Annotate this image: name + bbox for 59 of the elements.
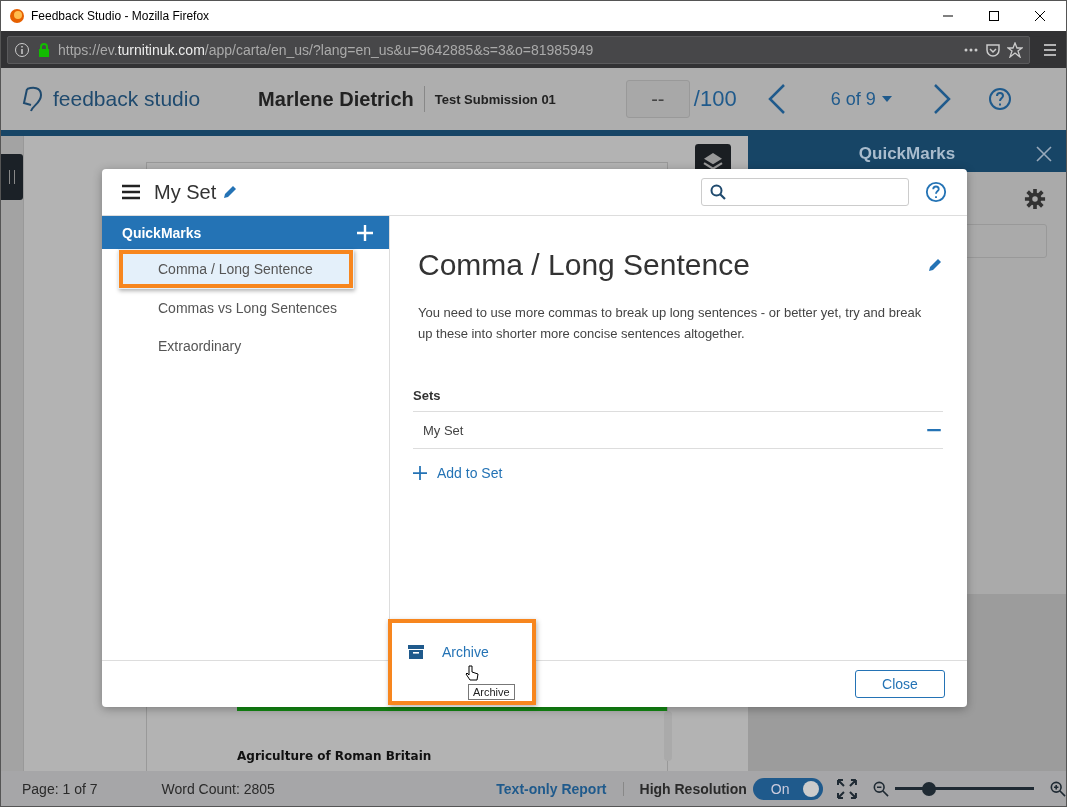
- hand-cursor-icon: [465, 665, 479, 683]
- word-count: Word Count: 2805: [161, 780, 276, 797]
- caret-icon: [881, 96, 892, 102]
- resolution-label: High Resolution: [639, 780, 747, 797]
- plus-icon: [413, 466, 427, 480]
- brand-name: feedback studio: [53, 87, 201, 111]
- add-to-set-button[interactable]: Add to Set: [413, 465, 503, 481]
- document-heading: Agriculture of Roman Britain: [237, 749, 432, 763]
- menu-icon[interactable]: [122, 184, 140, 200]
- tooltip: Archive: [468, 684, 515, 700]
- panel-handle[interactable]: [1, 154, 23, 200]
- zoom-in-icon[interactable]: [1050, 780, 1066, 797]
- settings-icon[interactable]: [1024, 188, 1046, 210]
- minus-icon[interactable]: [925, 428, 943, 432]
- pager-dropdown[interactable]: 6 of 9: [830, 88, 892, 110]
- scroll-bar[interactable]: [664, 711, 672, 761]
- browser-logo-icon: [9, 8, 25, 24]
- help-icon[interactable]: [987, 87, 1012, 111]
- submission-title: Test Submission 01: [434, 91, 556, 107]
- close-icon[interactable]: [1034, 10, 1046, 22]
- student-name: Marlene Dietrich: [258, 87, 414, 111]
- page-count: Page: 1 of 7: [22, 780, 99, 797]
- maximize-icon[interactable]: [988, 10, 1000, 22]
- star-icon[interactable]: [1007, 41, 1023, 58]
- quickmark-item[interactable]: Comma / Long Sentence: [118, 249, 354, 289]
- help-icon[interactable]: [925, 181, 947, 203]
- window-title: Feedback Studio - Mozilla Firefox: [31, 9, 210, 23]
- quickmark-title: Comma / Long Sentence: [418, 248, 750, 282]
- search-icon: [710, 184, 726, 200]
- set-entry: My Set: [423, 422, 464, 438]
- resolution-toggle[interactable]: On: [752, 777, 823, 800]
- archive-link[interactable]: Archive: [442, 644, 489, 660]
- lock-icon: [36, 41, 52, 58]
- brand-logo-icon: [21, 85, 45, 113]
- pencil-icon[interactable]: [927, 257, 943, 273]
- add-icon[interactable]: [357, 224, 373, 241]
- text-only-report-link[interactable]: Text-only Report: [496, 780, 607, 797]
- quickmark-item[interactable]: Extraordinary: [102, 327, 389, 365]
- zoom-out-icon[interactable]: [872, 780, 889, 797]
- archive-box-icon: [408, 645, 424, 659]
- next-icon[interactable]: [931, 83, 952, 115]
- menu-icon[interactable]: [1042, 41, 1058, 58]
- quickmark-item[interactable]: Commas vs Long Sentences: [102, 289, 389, 327]
- fullscreen-icon[interactable]: [836, 778, 857, 799]
- previous-icon[interactable]: [766, 83, 787, 115]
- slider-thumb[interactable]: [922, 781, 937, 796]
- search-field[interactable]: [701, 178, 909, 206]
- panel-title: QuickMarks: [858, 144, 956, 164]
- grade-field[interactable]: --: [625, 80, 690, 118]
- close-button[interactable]: Close: [855, 670, 945, 698]
- info-icon: [14, 41, 30, 58]
- set-name: My Set: [154, 180, 217, 204]
- list-title: QuickMarks: [122, 224, 202, 241]
- grade-total: /100: [693, 86, 737, 112]
- quickmark-description: You need to use more commas to break up long sentences - or better yet, try and break up these into shorter more concise sentences altogether.: [418, 304, 923, 343]
- pencil-icon[interactable]: [222, 184, 239, 200]
- sets-heading: Sets: [413, 388, 943, 412]
- pocket-icon[interactable]: [985, 41, 1001, 58]
- address-bar[interactable]: https://ev.turnitinuk.com/app/carta/en_us/?lang=en_us&u=9642885&s=3&o=81985949: [7, 35, 1030, 64]
